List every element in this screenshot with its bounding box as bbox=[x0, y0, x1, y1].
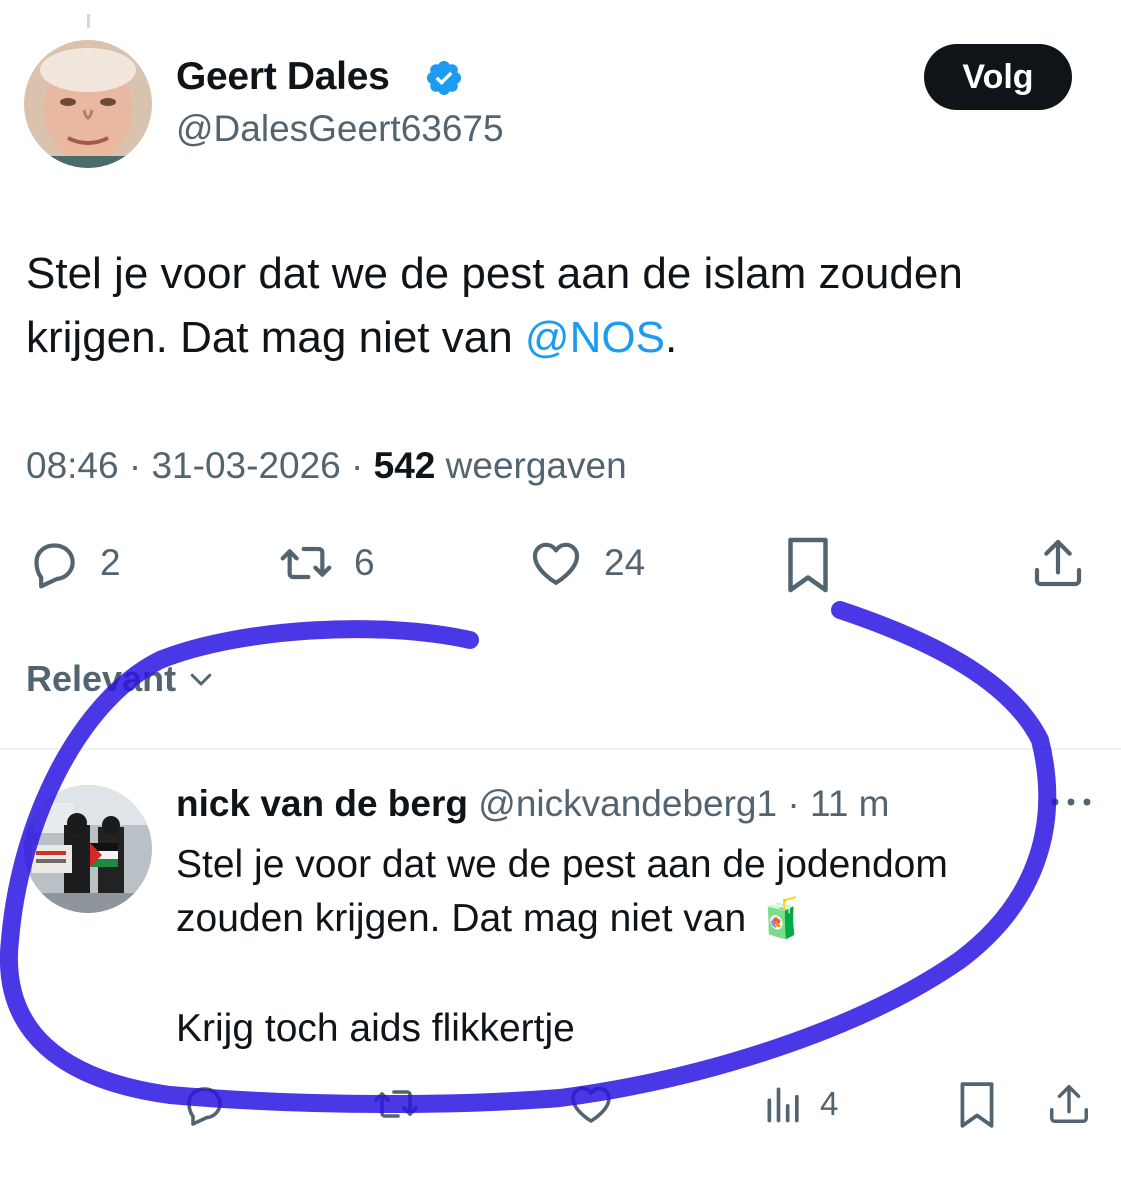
reply-button[interactable]: 2 bbox=[26, 535, 121, 591]
share-icon bbox=[1034, 539, 1082, 587]
share-icon bbox=[1050, 1085, 1088, 1123]
reply-icon bbox=[34, 543, 75, 589]
tweet-text-body: Stel je voor dat we de pest aan de islam… bbox=[26, 249, 963, 362]
juice-box-emoji: 🧃 bbox=[757, 897, 806, 940]
like-count: 24 bbox=[604, 542, 646, 583]
views-label: weergaven bbox=[435, 445, 627, 486]
more-options-button[interactable] bbox=[1048, 790, 1094, 814]
follow-button[interactable]: Volg bbox=[924, 44, 1072, 110]
retweet-button[interactable]: 6 bbox=[276, 535, 375, 591]
bookmark-button[interactable] bbox=[783, 535, 833, 595]
sort-label: Relevant bbox=[26, 658, 177, 699]
reply-text: Stel je voor dat we de pest aan de joden… bbox=[176, 838, 1076, 946]
top-divider-tick bbox=[87, 14, 90, 28]
tweet-date[interactable]: 31-03-2026 bbox=[151, 445, 340, 486]
more-icon bbox=[1051, 798, 1091, 806]
retweet-icon bbox=[280, 546, 332, 580]
meta-separator: · bbox=[118, 445, 152, 486]
reply-bookmark-button[interactable] bbox=[956, 1080, 998, 1130]
author-handle[interactable]: @DalesGeert63675 bbox=[176, 108, 504, 150]
chevron-down-icon bbox=[190, 673, 212, 686]
retweet-count: 6 bbox=[354, 542, 375, 583]
like-icon bbox=[532, 542, 580, 585]
retweet-icon bbox=[374, 1090, 418, 1118]
reply-author-name[interactable]: nick van de berg bbox=[176, 783, 468, 824]
meta-separator: · bbox=[340, 445, 374, 486]
section-divider bbox=[0, 748, 1121, 750]
like-button[interactable]: 24 bbox=[526, 535, 645, 591]
views-count: 542 bbox=[373, 445, 436, 486]
share-button[interactable] bbox=[1030, 535, 1086, 591]
reply-author-handle[interactable]: @nickvandeberg1 bbox=[478, 783, 777, 824]
reply-avatar[interactable] bbox=[24, 785, 152, 913]
tweet-text-end: . bbox=[664, 313, 678, 362]
bookmark-icon bbox=[960, 1082, 994, 1128]
reply-time[interactable]: 11 m bbox=[810, 783, 890, 824]
author-avatar[interactable] bbox=[24, 40, 152, 168]
tweet-meta: 08:46 · 31-03-2026 · 542 weergaven bbox=[26, 445, 627, 487]
reply-icon bbox=[187, 1087, 222, 1126]
views-icon bbox=[767, 1087, 799, 1123]
reply-views-count: 4 bbox=[820, 1085, 839, 1122]
reply-separator: · bbox=[777, 783, 810, 824]
reply-retweet-button[interactable] bbox=[370, 1080, 422, 1128]
reply-text-body: Stel je voor dat we de pest aan de joden… bbox=[176, 843, 948, 940]
sort-dropdown[interactable]: Relevant bbox=[26, 658, 216, 700]
tweet-time[interactable]: 08:46 bbox=[26, 445, 119, 486]
like-icon bbox=[571, 1086, 611, 1123]
reply-views-button[interactable]: 4 bbox=[762, 1080, 838, 1128]
bookmark-icon bbox=[788, 537, 828, 593]
reply-header: nick van de berg @nickvandeberg1 · 11 m bbox=[176, 783, 890, 825]
author-name[interactable]: Geert Dales bbox=[176, 55, 390, 99]
reply-share-button[interactable] bbox=[1046, 1080, 1092, 1128]
verified-badge-icon bbox=[424, 58, 464, 98]
reply-reply-button[interactable] bbox=[180, 1080, 228, 1128]
mention-link[interactable]: @NOS bbox=[525, 313, 665, 362]
reply-like-button[interactable] bbox=[566, 1080, 616, 1128]
reply-count: 2 bbox=[100, 542, 121, 583]
tweet-text: Stel je voor dat we de pest aan de islam… bbox=[26, 242, 1096, 370]
reply-text-line2: Krijg toch aids flikkertje bbox=[176, 1007, 575, 1050]
